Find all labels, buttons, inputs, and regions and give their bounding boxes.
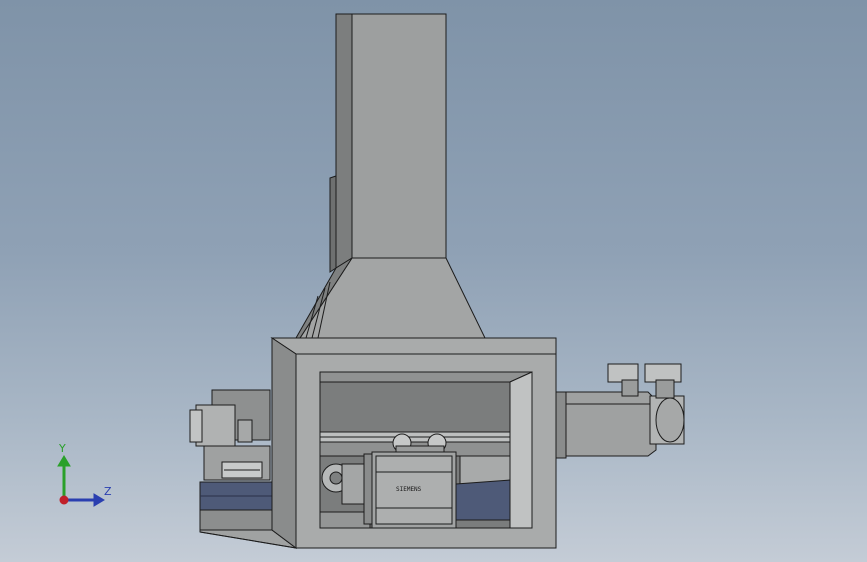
z-axis-label: Z [104, 485, 112, 498]
left-motor-assembly[interactable] [189, 389, 273, 531]
motor-brand-label: SIEMENS [396, 486, 422, 493]
cad-model[interactable] [0, 0, 867, 562]
right-motor[interactable] [555, 363, 685, 459]
graphics-viewport[interactable]: Y Z SIEMENS [0, 0, 867, 562]
coordinate-triad [57, 455, 105, 507]
column-flare[interactable] [295, 257, 486, 339]
y-axis-label: Y [59, 442, 66, 455]
vertical-column[interactable] [329, 13, 447, 273]
